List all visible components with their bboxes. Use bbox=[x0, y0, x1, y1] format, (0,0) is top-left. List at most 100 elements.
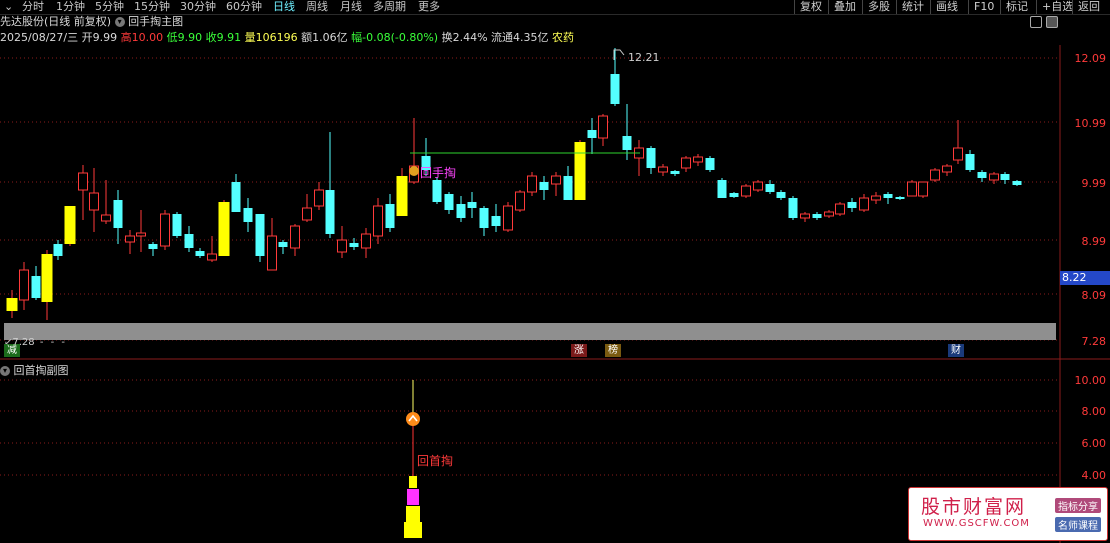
candle-body bbox=[539, 182, 549, 190]
current-price-badge: 8.22 bbox=[1060, 271, 1110, 285]
candle-body bbox=[871, 195, 881, 201]
candle-body bbox=[741, 185, 751, 197]
candle-body bbox=[765, 184, 775, 192]
watermark-tag: 名师课程 bbox=[1055, 517, 1101, 532]
candle-body bbox=[207, 253, 217, 261]
candle-body bbox=[587, 130, 597, 138]
watermark-title: 股市财富网 bbox=[921, 496, 1027, 518]
price-tick: 12.09 bbox=[1074, 52, 1107, 65]
sub-tick: 10.00 bbox=[1074, 374, 1107, 387]
candle-body bbox=[231, 182, 241, 212]
badge-limit-up[interactable]: 涨 bbox=[571, 344, 587, 357]
sub-bar-mid bbox=[406, 506, 420, 522]
candle-body bbox=[337, 239, 347, 253]
candle-body bbox=[788, 198, 798, 218]
sub-signal-label: 回首掏 bbox=[417, 454, 454, 468]
candle-body bbox=[267, 235, 277, 271]
candle-body bbox=[824, 211, 834, 217]
candle-body bbox=[800, 213, 810, 219]
candle-body bbox=[432, 180, 442, 202]
sub-chart-title[interactable]: 回首掏副图 bbox=[14, 364, 69, 377]
candle-body bbox=[64, 206, 76, 244]
candle-body bbox=[646, 148, 656, 168]
candle-body bbox=[1000, 174, 1010, 180]
candle-body bbox=[812, 214, 822, 218]
price-tick: 7.28 bbox=[1081, 335, 1107, 348]
candle-body bbox=[456, 204, 466, 218]
candle-body bbox=[610, 74, 620, 104]
candle-body bbox=[302, 207, 312, 221]
candle-body bbox=[172, 214, 182, 236]
candle-body bbox=[563, 176, 573, 200]
candle-body bbox=[895, 197, 905, 199]
candle-body bbox=[125, 235, 135, 243]
sub-tick: 8.00 bbox=[1081, 405, 1107, 418]
candle-body bbox=[670, 171, 680, 174]
badge-finance[interactable]: 财 bbox=[948, 344, 964, 357]
candle-body bbox=[551, 175, 561, 185]
candle-body bbox=[953, 147, 963, 161]
candle-body bbox=[942, 165, 952, 173]
peak-price-label: 12.21 bbox=[628, 51, 660, 64]
badge-list[interactable]: 榜 bbox=[605, 344, 621, 357]
candle-body bbox=[290, 225, 300, 249]
candle-body bbox=[835, 203, 845, 215]
sub-bar-top bbox=[409, 476, 417, 488]
volume-band bbox=[4, 323, 1056, 340]
candle-body bbox=[444, 194, 454, 210]
candle-body bbox=[527, 175, 537, 193]
candle-body bbox=[396, 176, 408, 216]
candle-body bbox=[89, 192, 99, 211]
candle-body bbox=[515, 191, 525, 211]
candle-body bbox=[385, 204, 395, 228]
candle-body bbox=[361, 233, 371, 249]
grid-lines bbox=[0, 57, 1060, 476]
candle-body bbox=[989, 173, 999, 181]
candle-body bbox=[1012, 181, 1022, 185]
watermark-tag: 指标分享 bbox=[1055, 498, 1101, 513]
candle-body bbox=[31, 276, 41, 298]
candle-body bbox=[101, 214, 111, 222]
signal-main-label: 回手掏 bbox=[420, 166, 457, 180]
price-tick: 10.99 bbox=[1074, 117, 1107, 130]
badge-reduce[interactable]: 减 bbox=[4, 344, 20, 357]
candle-body bbox=[467, 202, 477, 208]
sub-chart-header: ▾ 回首掏副图 bbox=[0, 362, 69, 378]
candle-body bbox=[693, 156, 703, 163]
candle-body bbox=[243, 208, 253, 222]
candle-body bbox=[218, 202, 230, 256]
candle-body bbox=[136, 232, 146, 237]
candle-body bbox=[622, 136, 632, 150]
candle-body bbox=[859, 197, 869, 211]
candle-body bbox=[847, 202, 857, 208]
sub-signal-circle bbox=[406, 412, 420, 426]
candle-body bbox=[19, 269, 29, 301]
candle-body bbox=[776, 192, 786, 198]
candle-body bbox=[195, 251, 205, 256]
candle-body bbox=[78, 172, 88, 191]
candle-body bbox=[729, 193, 739, 197]
candle-body bbox=[160, 213, 170, 247]
candle-body bbox=[325, 190, 335, 234]
watermark-url: WWW.GSCFW.COM bbox=[923, 518, 1030, 529]
sub-tick: 6.00 bbox=[1081, 437, 1107, 450]
candle-body bbox=[717, 180, 727, 198]
kline-chart[interactable] bbox=[0, 0, 1110, 543]
candle-body bbox=[113, 200, 123, 228]
candle-body bbox=[41, 254, 53, 302]
candle-body bbox=[184, 234, 194, 248]
candle-body bbox=[479, 208, 489, 228]
candle-body bbox=[598, 115, 608, 139]
candle-body bbox=[278, 242, 288, 247]
price-tick: 9.99 bbox=[1081, 177, 1107, 190]
sub-bar-base bbox=[404, 522, 422, 538]
dropdown-icon[interactable]: ▾ bbox=[0, 366, 10, 376]
candle-body bbox=[681, 157, 691, 169]
candle-body bbox=[148, 244, 158, 249]
candle-body bbox=[255, 214, 265, 256]
candle-body bbox=[753, 181, 763, 191]
candle-body bbox=[503, 205, 513, 231]
candle-body bbox=[6, 298, 18, 311]
candle-body bbox=[349, 243, 359, 247]
candle-body bbox=[314, 189, 324, 207]
